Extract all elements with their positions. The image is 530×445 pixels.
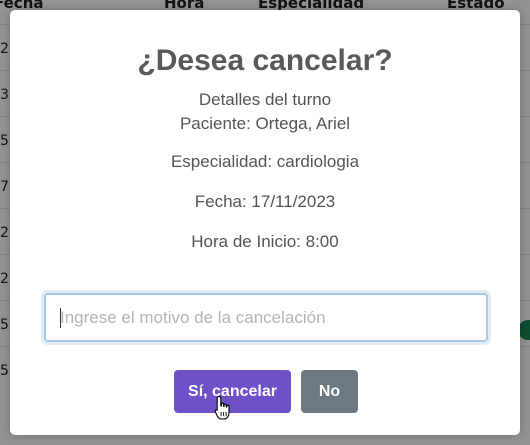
start-time-text: Hora de Inicio: 8:00	[191, 232, 339, 251]
deny-button[interactable]: No	[301, 370, 358, 413]
patient-name: Paciente: Ortega, Ariel	[179, 114, 351, 133]
specialty-text: Especialidad: cardiologia	[170, 152, 360, 171]
dialog-title: ¿Desea cancelar?	[137, 44, 393, 77]
appointment-details: Detalles del turno Paciente: Ortega, Ari…	[10, 88, 520, 136]
details-heading: Detalles del turno	[198, 90, 332, 109]
cancel-appointment-dialog: ¿Desea cancelar? Detalles del turno Paci…	[10, 10, 520, 435]
date-text: Fecha: 17/11/2023	[194, 192, 336, 211]
confirm-cancel-button[interactable]: Sí, cancelar	[174, 370, 291, 413]
text-caret	[60, 308, 61, 328]
cancellation-reason-input[interactable]	[44, 293, 488, 342]
hand-pointer-icon	[214, 395, 232, 425]
